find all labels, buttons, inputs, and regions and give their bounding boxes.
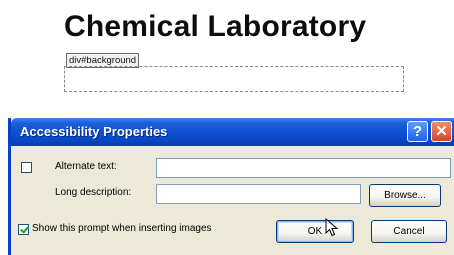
close-icon[interactable]: ✕ (431, 121, 452, 142)
alternate-text-input[interactable] (156, 158, 451, 178)
browse-button[interactable]: Browse... (369, 184, 441, 207)
accessibility-properties-dialog: Accessibility Properties ? ✕ Alternate t… (8, 118, 454, 255)
dialog-titlebar[interactable]: Accessibility Properties ? ✕ (11, 118, 454, 146)
show-prompt-label: Show this prompt when inserting images (32, 223, 212, 234)
ok-button[interactable]: OK (276, 220, 354, 243)
cancel-button[interactable]: Cancel (371, 220, 447, 243)
dialog-title: Accessibility Properties (20, 124, 168, 139)
show-prompt-checkbox[interactable] (18, 224, 29, 235)
mouse-pointer-icon (325, 218, 339, 237)
div-background-outline[interactable] (64, 66, 404, 92)
alternate-text-label: Alternate text: (55, 161, 117, 172)
screen: Chemical Laboratory div#background Acces… (0, 0, 454, 255)
alternate-text-checkbox[interactable] (21, 162, 32, 173)
page-heading: Chemical Laboratory (64, 10, 367, 43)
long-description-label: Long description: (55, 187, 132, 198)
help-icon[interactable]: ? (407, 121, 428, 142)
long-description-input[interactable] (156, 184, 361, 204)
